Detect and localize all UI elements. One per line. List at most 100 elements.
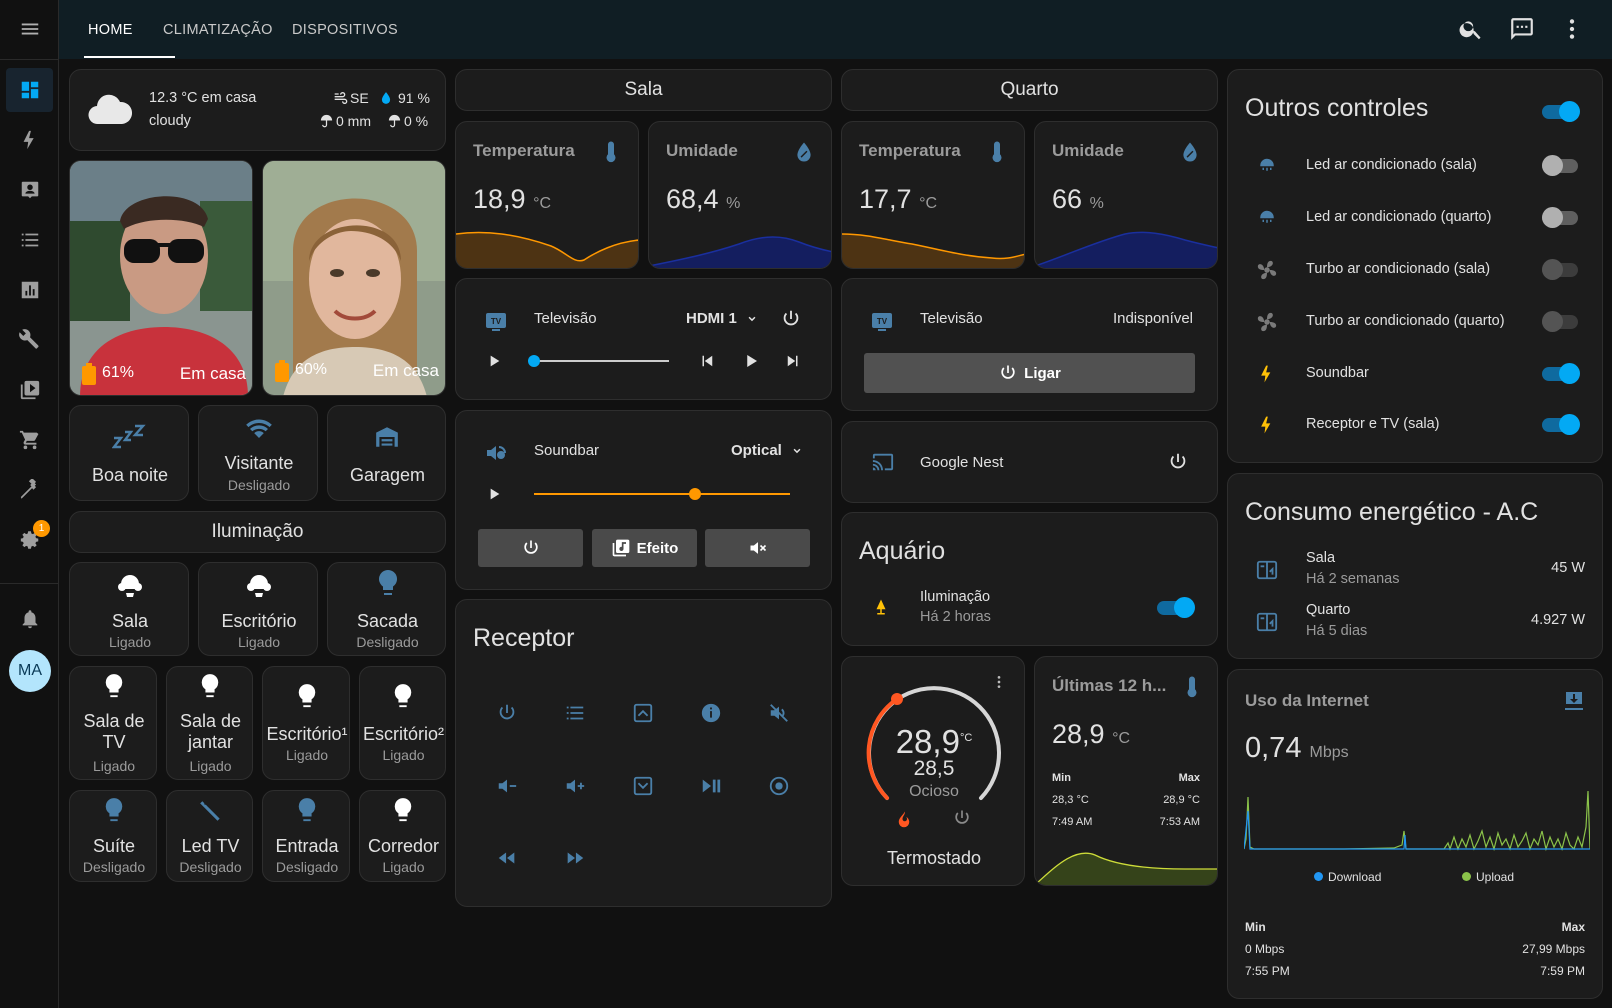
quarto-humidity-sensor[interactable]: Umidade 66 % [1034, 121, 1218, 269]
receptor-tv-toggle[interactable] [1542, 414, 1580, 435]
quarto-tv-media-player[interactable]: TV Televisão Indisponível Ligar [841, 278, 1218, 411]
fast-forward-icon[interactable] [564, 847, 586, 869]
play-icon[interactable] [742, 352, 760, 370]
media-progress-handle[interactable] [528, 355, 540, 367]
scene-tile-boa-noite[interactable]: Boa noite [69, 405, 189, 501]
soundbar-mute-button[interactable] [705, 529, 810, 567]
soundbar-media-player[interactable]: Soundbar Optical Efeito [455, 410, 832, 590]
thermostat-target: 28,5 [913, 757, 955, 780]
channel-up-icon[interactable] [632, 702, 654, 724]
soundbar-toggle[interactable] [1542, 363, 1580, 384]
led-sala-toggle[interactable] [1542, 155, 1580, 176]
fan-icon [1257, 312, 1277, 332]
power-icon[interactable] [1167, 451, 1189, 473]
notifications-button[interactable] [6, 597, 53, 641]
play-icon[interactable] [486, 353, 502, 369]
internet-usage-card[interactable]: Uso da Internet 0,74 Mbps Download Uploa… [1227, 669, 1603, 999]
rewind-icon[interactable] [496, 847, 518, 869]
sidebar-item-overview[interactable] [6, 68, 53, 112]
record-icon[interactable] [768, 775, 790, 797]
scene-tile-garagem[interactable]: Garagem [327, 405, 446, 501]
scene-tile-visitante[interactable]: Visitante Desligado [198, 405, 318, 501]
power-icon[interactable] [780, 308, 802, 330]
info-icon[interactable] [700, 702, 722, 724]
media-player-status: Indisponível [1112, 310, 1193, 327]
sala-temperature-sensor[interactable]: Temperatura 18,9 °C [455, 121, 639, 269]
light-tile-escritorio-2[interactable]: Escritório² Ligado [359, 666, 446, 780]
last12-sensor-card[interactable]: Últimas 12 h... 28,9 °C Min Max 28,3 °C … [1034, 656, 1218, 886]
volume-mute-icon[interactable] [768, 702, 790, 724]
sidebar-item-energy[interactable] [6, 118, 53, 162]
tv-icon: TV [486, 313, 506, 331]
turbo-sala-toggle[interactable] [1542, 259, 1580, 280]
volume-minus-icon[interactable] [496, 775, 518, 797]
sidebar-item-logbook[interactable] [6, 218, 53, 262]
lightning-icon [1261, 365, 1271, 383]
energy-name: Quarto [1306, 602, 1351, 618]
power-icon[interactable] [496, 702, 518, 724]
volume-plus-icon[interactable] [564, 775, 586, 797]
outros-master-toggle[interactable] [1542, 101, 1580, 122]
skip-next-icon[interactable] [784, 352, 802, 370]
legend-upload-swatch [1462, 872, 1471, 881]
soundbar-power-button[interactable] [478, 529, 583, 567]
google-nest-media-player[interactable]: Google Nest [841, 421, 1218, 503]
volume-slider-track[interactable] [534, 493, 790, 495]
sidebar-item-shopping[interactable] [6, 418, 53, 462]
person-card-2[interactable]: 60% Em casa [262, 160, 446, 396]
aquario-light-toggle[interactable] [1157, 597, 1195, 618]
control-name: Soundbar [1306, 365, 1369, 381]
assist-icon[interactable] [1509, 16, 1535, 42]
sidebar-item-media[interactable] [6, 368, 53, 412]
tab-climatizacao[interactable]: CLIMATIZAÇÃO [163, 0, 273, 59]
play-icon[interactable] [486, 486, 502, 502]
light-tile-suite[interactable]: Suíte Desligado [69, 790, 157, 882]
tab-dispositivos[interactable]: DISPOSITIVOS [292, 0, 398, 59]
volume-slider-handle[interactable] [689, 488, 702, 500]
sidebar-item-tools[interactable] [6, 318, 53, 362]
light-tile-led-tv[interactable]: Led TV Desligado [166, 790, 253, 882]
media-progress-track[interactable] [534, 360, 669, 362]
menu-icon[interactable] [6, 7, 53, 51]
sidebar-item-map[interactable] [6, 168, 53, 212]
sala-tv-media-player[interactable]: TV Televisão HDMI 1 [455, 278, 832, 400]
menu-list-icon[interactable] [564, 702, 586, 724]
tab-home[interactable]: HOME [88, 0, 133, 59]
light-tile-sala-de-tv[interactable]: Sala de TV Ligado [69, 666, 157, 780]
thermostat-card[interactable]: 28,9°C 28,5 Ocioso Termostado [841, 656, 1025, 886]
soundbar-effect-button[interactable]: Efeito [592, 529, 697, 567]
sidebar-item-settings[interactable]: 1 [6, 518, 53, 562]
light-tile-entrada[interactable]: Entrada Desligado [262, 790, 350, 882]
light-name: Corredor [367, 836, 440, 856]
quarto-temperature-sensor[interactable]: Temperatura 17,7 °C [841, 121, 1025, 269]
play-pause-icon[interactable] [700, 775, 722, 797]
avatar[interactable]: MA [9, 650, 51, 692]
wind-icon [334, 92, 348, 104]
channel-down-icon[interactable] [632, 775, 654, 797]
sleep-icon [112, 424, 146, 449]
power-icon[interactable] [952, 808, 972, 828]
turbo-quarto-toggle[interactable] [1542, 311, 1580, 332]
sidebar-item-developer[interactable] [6, 468, 53, 512]
light-tile-sacada[interactable]: Sacada Desligado [327, 562, 446, 656]
sidebar-item-history[interactable] [6, 268, 53, 312]
weather-condition: cloudy [149, 113, 191, 129]
weather-card[interactable]: 12.3 °C em casa cloudy SE 91 % 0 mm 0 % [69, 69, 446, 151]
light-tile-escritorio[interactable]: Escritório Ligado [198, 562, 318, 656]
tv-turn-on-button[interactable]: Ligar [864, 353, 1195, 393]
source-select[interactable]: HDMI 1 [686, 310, 759, 327]
more-vert-icon[interactable] [1559, 16, 1585, 42]
person-card-1[interactable]: 61% Em casa [69, 160, 253, 396]
sala-humidity-sensor[interactable]: Umidade 68,4 % [648, 121, 832, 269]
weather-temp: 12.3 °C em casa [149, 90, 257, 106]
skip-previous-icon[interactable] [698, 352, 716, 370]
light-tile-sala[interactable]: Sala Ligado [69, 562, 189, 656]
light-tile-corredor[interactable]: Corredor Ligado [359, 790, 446, 882]
led-quarto-toggle[interactable] [1542, 207, 1580, 228]
source-select[interactable]: Optical [731, 442, 804, 459]
search-icon[interactable] [1458, 16, 1484, 42]
light-name: Sala [111, 611, 149, 631]
light-tile-sala-de-jantar[interactable]: Sala de jantar Ligado [166, 666, 253, 780]
light-tile-escritorio-1[interactable]: Escritório¹ Ligado [262, 666, 350, 780]
fire-icon[interactable] [895, 808, 913, 830]
